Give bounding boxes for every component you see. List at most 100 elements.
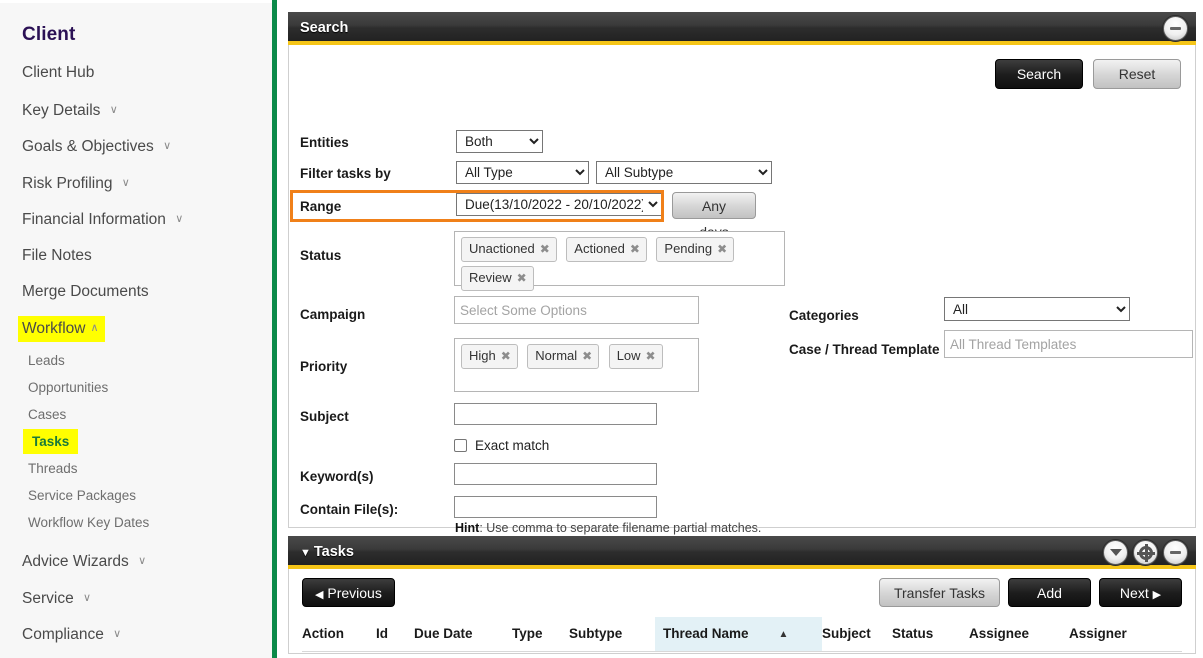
sidebar-item-threads[interactable]: Threads: [0, 455, 272, 482]
remove-tag-icon[interactable]: ✖: [517, 271, 527, 285]
sidebar-item-tasks[interactable]: Tasks: [0, 428, 272, 455]
range-select[interactable]: Due(13/10/2022 - 20/10/2022): [456, 193, 662, 216]
priority-tag[interactable]: Low ✖: [608, 344, 663, 369]
sidebar-item-workflow[interactable]: Workflow ∧: [0, 311, 272, 348]
tasks-table: Action Id Due Date Type Subtype Thread N…: [302, 617, 1182, 652]
collapse-caret-icon[interactable]: ▼: [300, 547, 311, 559]
next-button[interactable]: Next ▶: [1099, 578, 1182, 607]
contain-files-input[interactable]: [454, 496, 657, 518]
exact-match-checkbox[interactable]: [454, 439, 467, 452]
column-status[interactable]: Status: [892, 617, 969, 652]
filter-subtype-select[interactable]: All Subtype: [596, 161, 772, 184]
case-thread-template-input[interactable]: [944, 330, 1193, 358]
left-arrow-icon: ◀: [315, 589, 324, 601]
keywords-input[interactable]: [454, 463, 657, 485]
column-due-date[interactable]: Due Date: [414, 617, 512, 652]
contain-files-hint: Hint: Use comma to separate filename par…: [455, 521, 761, 535]
status-tag[interactable]: Pending ✖: [656, 237, 735, 262]
priority-tag-label: Normal: [535, 348, 578, 363]
hint-prefix: Hint: [455, 521, 480, 535]
sidebar-subitem-label: Opportunities: [28, 380, 109, 395]
column-subject[interactable]: Subject: [822, 617, 892, 652]
sidebar-item-advice-wizards[interactable]: Advice Wizards ∨: [0, 543, 272, 580]
status-label: Status: [300, 248, 342, 263]
remove-tag-icon[interactable]: ✖: [540, 242, 550, 256]
tasks-panel-title: ▼ Tasks: [288, 536, 1196, 570]
gear-icon[interactable]: [1133, 540, 1158, 565]
sidebar-item-key-details[interactable]: Key Details ∨: [0, 92, 272, 129]
entities-label: Entities: [300, 135, 349, 150]
chevron-down-icon: ∨: [163, 140, 172, 152]
priority-tag-input[interactable]: High ✖ Normal ✖ Low ✖: [454, 338, 699, 392]
filter-type-select[interactable]: All Type: [456, 161, 589, 184]
column-assignee[interactable]: Assignee: [969, 617, 1069, 652]
sidebar-item-leads[interactable]: Leads: [0, 347, 272, 374]
sort-ascending-icon: ▲: [778, 629, 789, 640]
chevron-down-icon: ∨: [138, 555, 147, 567]
remove-tag-icon[interactable]: ✖: [501, 349, 511, 363]
chevron-down-icon: ∨: [83, 591, 92, 604]
exact-match-row[interactable]: Exact match: [454, 438, 549, 453]
sidebar-item-label: File Notes: [22, 246, 92, 264]
sidebar-item-compliance[interactable]: Compliance ∨: [0, 616, 272, 653]
campaign-input[interactable]: [454, 296, 699, 324]
tasks-panel-header: ▼ Tasks: [288, 536, 1196, 569]
status-tag[interactable]: Actioned ✖: [566, 237, 647, 262]
subject-label: Subject: [300, 409, 349, 424]
minimize-icon[interactable]: [1163, 16, 1188, 41]
column-id[interactable]: Id: [376, 617, 414, 652]
reset-button[interactable]: Reset: [1093, 59, 1181, 89]
priority-tag[interactable]: High ✖: [461, 344, 518, 369]
chevron-down-icon: ∨: [113, 628, 122, 640]
remove-tag-icon[interactable]: ✖: [717, 242, 727, 256]
sidebar-item-file-notes[interactable]: File Notes: [0, 238, 272, 275]
priority-tag-label: Low: [616, 348, 641, 363]
search-panel-header: Search: [288, 12, 1196, 45]
transfer-tasks-button[interactable]: Transfer Tasks: [878, 578, 1000, 607]
column-assigner[interactable]: Assigner: [1069, 617, 1182, 652]
column-thread-name[interactable]: Thread Name ▲: [655, 617, 822, 652]
search-panel-body: Search Reset Entities Both Filter tasks …: [288, 45, 1196, 535]
sidebar-item-workflow-highlight: Workflow ∧: [18, 315, 105, 342]
sidebar-item-workflow-key-dates[interactable]: Workflow Key Dates: [0, 509, 272, 536]
sidebar-item-label: Goals & Objectives: [22, 138, 154, 155]
search-button[interactable]: Search: [995, 59, 1083, 89]
sidebar-item-opportunities[interactable]: Opportunities: [0, 374, 272, 401]
sidebar-item-risk-profiling[interactable]: Risk Profiling ∨: [0, 165, 272, 202]
categories-select[interactable]: All: [944, 297, 1130, 321]
priority-tag[interactable]: Normal ✖: [527, 344, 600, 369]
minimize-icon[interactable]: [1163, 540, 1188, 565]
status-tag-input[interactable]: Unactioned ✖ Actioned ✖ Pending ✖ Review ✖: [454, 231, 785, 291]
status-tag[interactable]: Review ✖: [461, 266, 534, 291]
column-subtype[interactable]: Subtype: [569, 617, 655, 652]
remove-tag-icon[interactable]: ✖: [630, 242, 640, 256]
sidebar-item-service-packages[interactable]: Service Packages: [0, 482, 272, 509]
sidebar-item-client-hub[interactable]: Client Hub: [0, 55, 272, 92]
sidebar-item-cases[interactable]: Cases: [0, 401, 272, 428]
content-gutter: [277, 0, 288, 658]
status-tag[interactable]: Unactioned ✖: [461, 237, 557, 262]
range-label: Range: [300, 199, 342, 214]
subject-input[interactable]: [454, 403, 657, 425]
sidebar-title: Client: [22, 24, 76, 45]
column-thread-name-label: Thread Name: [663, 626, 749, 641]
column-type[interactable]: Type: [512, 617, 569, 652]
status-tag-label: Unactioned: [469, 241, 535, 256]
column-action[interactable]: Action: [302, 617, 376, 652]
any-days-button[interactable]: Any days: [672, 192, 756, 240]
chevron-down-icon[interactable]: [1103, 540, 1128, 565]
remove-tag-icon[interactable]: ✖: [582, 349, 592, 363]
sidebar-item-financial-information[interactable]: Financial Information ∨: [0, 201, 272, 238]
add-button[interactable]: Add: [1008, 578, 1091, 607]
priority-label: Priority: [300, 359, 348, 374]
sidebar-item-label: Service: [22, 589, 74, 607]
sidebar-item-service[interactable]: Service ∨: [0, 580, 272, 617]
hint-text: : Use comma to separate filename partial…: [479, 521, 762, 535]
sidebar-item-label: Advice Wizards: [22, 553, 129, 570]
previous-button[interactable]: ◀ Previous: [302, 578, 395, 607]
sidebar-item-merge-documents[interactable]: Merge Documents: [0, 274, 272, 311]
sidebar-item-goals-objectives[interactable]: Goals & Objectives ∨: [0, 128, 272, 165]
next-label: Next: [1119, 585, 1149, 601]
remove-tag-icon[interactable]: ✖: [646, 349, 656, 363]
entities-select[interactable]: Both: [456, 130, 543, 153]
